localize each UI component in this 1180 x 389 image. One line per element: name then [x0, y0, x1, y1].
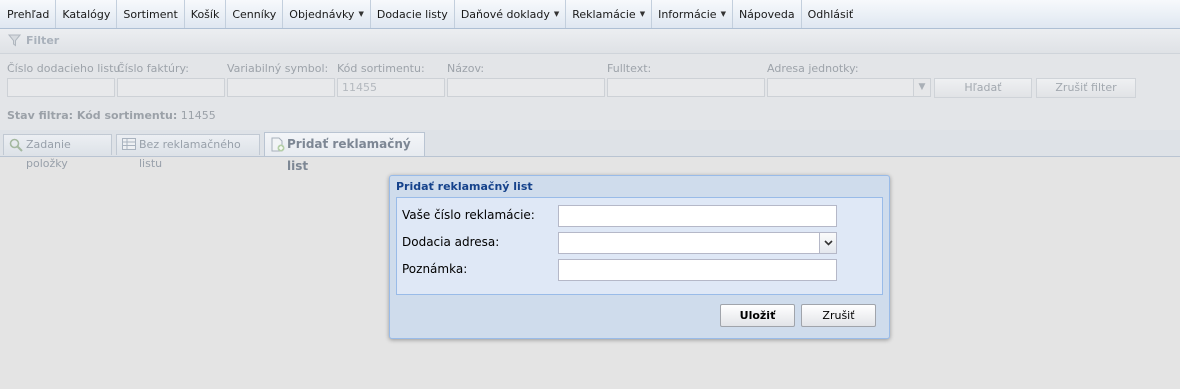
caret-down-icon: ▼	[358, 10, 364, 18]
menu-item-napoveda[interactable]: Nápoveda	[733, 0, 802, 28]
save-button[interactable]: Uložiť	[720, 304, 795, 327]
menu-item-prehlad[interactable]: Prehľad	[0, 0, 57, 28]
menu-item-danove-doklady[interactable]: Daňové doklady ▼	[455, 0, 567, 28]
menu-label: Reklamácie	[572, 7, 636, 21]
menu-label: Odhlásiť	[807, 7, 854, 21]
menu-label: Daňové doklady	[460, 7, 550, 21]
label-nazov: Názov:	[447, 62, 485, 75]
claim-number-input[interactable]	[558, 205, 837, 227]
tab-label: Bez reklamačného listu	[139, 138, 241, 170]
dodaci-list-input[interactable]	[7, 78, 115, 97]
menu-item-dodacie-listy[interactable]: Dodacie listy	[371, 0, 455, 28]
filter-header[interactable]: Filter	[0, 29, 1180, 54]
menu-item-reklamacie[interactable]: Reklamácie ▼	[566, 0, 653, 28]
adresa-combo[interactable]	[767, 78, 914, 97]
menu-label: Košík	[190, 7, 220, 21]
menu-label: Prehľad	[7, 7, 50, 21]
menu-label: Sortiment	[123, 7, 178, 21]
main-menu-bar: Prehľad Katalógy Sortiment Košík Cenníky…	[0, 0, 1180, 29]
magnifier-user-icon	[9, 138, 23, 158]
claim-number-label: Vaše číslo reklamácie:	[402, 208, 535, 222]
cancel-button[interactable]: Zrušiť	[801, 304, 876, 327]
menu-label: Objednávky	[289, 7, 355, 21]
menu-label: Nápoveda	[738, 7, 795, 21]
clear-filter-button[interactable]: Zrušiť filter	[1036, 78, 1136, 98]
filter-panel: Filter Číslo dodacieho listu: Číslo fakt…	[0, 29, 1180, 131]
table-icon	[122, 138, 136, 157]
dialog-form: Vaše číslo reklamácie: Dodacia adresa: P…	[396, 197, 883, 295]
nazov-input[interactable]	[447, 78, 605, 97]
chevron-down-icon[interactable]	[819, 233, 836, 253]
note-label: Poznámka:	[402, 262, 468, 276]
delivery-address-combo[interactable]	[558, 232, 837, 254]
filter-status-label: Stav filtra: Kód sortimentu:	[7, 109, 178, 122]
tab-zadanie-polozky[interactable]: Zadanie položky	[3, 134, 112, 170]
filter-status: Stav filtra: Kód sortimentu: 11455	[7, 109, 216, 122]
delivery-address-label: Dodacia adresa:	[402, 235, 500, 249]
label-fulltext: Fulltext:	[607, 62, 652, 75]
tab-label: Pridať reklamačný list	[287, 137, 411, 173]
filter-status-value: 11455	[180, 109, 216, 122]
menu-label: Informácie	[658, 7, 717, 21]
menu-item-informacie[interactable]: Informácie ▼	[652, 0, 733, 28]
tab-label: Zadanie položky	[26, 138, 71, 170]
menu-label: Katalógy	[62, 7, 111, 21]
funnel-icon	[7, 34, 22, 50]
note-input[interactable]	[558, 259, 837, 281]
tab-pridat-reklamacny-list[interactable]: Pridať reklamačný list	[264, 132, 425, 173]
menu-item-objednavky[interactable]: Objednávky ▼	[283, 0, 371, 28]
label-var-symbol: Variabilný symbol:	[227, 62, 329, 75]
menu-item-cenniky[interactable]: Cenníky	[226, 0, 284, 28]
menu-item-odhlasit[interactable]: Odhlásiť	[802, 0, 860, 28]
dialog-title: Pridať reklamačný list	[396, 180, 533, 193]
menu-item-katalogy[interactable]: Katalógy	[56, 0, 118, 28]
menu-item-kosik[interactable]: Košík	[185, 0, 227, 28]
faktura-input[interactable]	[117, 78, 225, 97]
var-symbol-input[interactable]	[227, 78, 335, 97]
label-faktura: Číslo faktúry:	[117, 62, 189, 75]
caret-down-icon: ▼	[553, 10, 560, 18]
label-adresa: Adresa jednotky:	[767, 62, 859, 75]
search-button[interactable]: Hľadať	[934, 78, 1032, 98]
menu-label: Dodacie listy	[376, 7, 448, 21]
label-kod-sortimentu: Kód sortimentu:	[337, 62, 425, 75]
menu-item-sortiment[interactable]: Sortiment	[117, 0, 185, 28]
add-claim-dialog: Pridať reklamačný list Vaše číslo reklam…	[389, 175, 890, 339]
fulltext-input[interactable]	[607, 78, 765, 97]
menu-label: Cenníky	[232, 7, 277, 21]
filter-title: Filter	[26, 34, 60, 47]
kod-sortimentu-input[interactable]: 11455	[337, 78, 445, 97]
tab-bez-reklamacneho-listu[interactable]: Bez reklamačného listu	[116, 134, 260, 170]
caret-down-icon: ▼	[720, 10, 726, 18]
document-add-icon	[270, 137, 285, 159]
chevron-down-icon[interactable]: ▼	[913, 78, 931, 97]
tab-strip: Zadanie položky Bez reklamačného listu P…	[0, 130, 1180, 173]
label-dodaci-list: Číslo dodacieho listu:	[7, 62, 125, 75]
caret-down-icon: ▼	[639, 10, 646, 18]
